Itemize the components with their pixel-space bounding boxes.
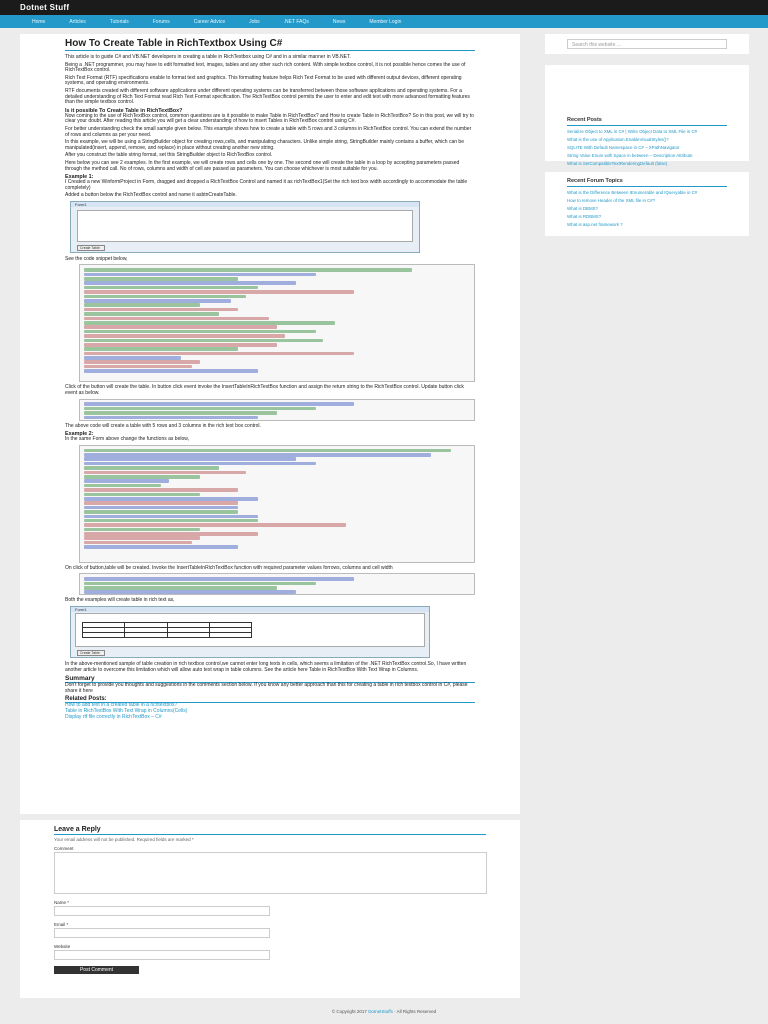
comment-form: Leave a Reply Your email address will no… bbox=[20, 820, 520, 998]
richtextbox-preview bbox=[77, 209, 413, 242]
copyright-suffix: · All Rights Reserved bbox=[392, 1009, 437, 1014]
site-logo[interactable]: Dotnet Stuff bbox=[20, 3, 748, 12]
nav-articles[interactable]: Articles bbox=[57, 19, 97, 25]
comment-label: Comment bbox=[54, 846, 74, 851]
topic-link[interactable]: How to remove Header of the XML file in … bbox=[567, 198, 727, 203]
post-comment-button[interactable]: Post Comment bbox=[54, 966, 139, 974]
comment-note: Your email address will not be published… bbox=[54, 837, 194, 842]
code-snippet-2 bbox=[79, 398, 475, 421]
form-title: Form1 bbox=[71, 607, 429, 613]
website-field[interactable] bbox=[54, 950, 270, 960]
widget-title: Recent Posts bbox=[567, 117, 727, 126]
nav-member-login[interactable]: Member Login bbox=[357, 19, 413, 25]
create-table-button: Create Table bbox=[77, 650, 105, 657]
create-table-button: Create Table bbox=[77, 244, 105, 251]
paragraph: Added a button below the RichTextBox con… bbox=[65, 192, 237, 199]
page-title: How To Create Table in RichTextbox Using… bbox=[65, 38, 475, 51]
paragraph: See the code snippet below, bbox=[65, 255, 128, 262]
top-bar: Dotnet Stuff bbox=[0, 0, 768, 15]
code-snippet-4 bbox=[79, 573, 475, 596]
sidebar: Search this website ... Recent Posts Ser… bbox=[545, 34, 749, 247]
form-screenshot-1: Form1 Create Table bbox=[70, 200, 420, 253]
nav-net-faqs[interactable]: .NET FAQs bbox=[272, 19, 321, 25]
footer-link[interactable]: DotnetStuffs bbox=[368, 1009, 393, 1014]
nav-jobs[interactable]: Jobs bbox=[237, 19, 272, 25]
paragraph: This article is to guide C# and VB.NET d… bbox=[65, 54, 351, 60]
richtextbox-preview bbox=[75, 613, 425, 648]
code-snippet-1 bbox=[79, 264, 475, 383]
recent-post-link[interactable]: What is the use of Application.EnableVis… bbox=[567, 137, 727, 142]
name-field[interactable] bbox=[54, 906, 270, 916]
table-preview bbox=[81, 622, 253, 639]
copyright-text: © Copyright 2017 bbox=[331, 1009, 369, 1014]
recent-posts-widget: Recent Posts Serialize Object to XML in … bbox=[545, 65, 749, 166]
website-label: Website bbox=[54, 944, 71, 949]
paragraph: Now coming to the use of RichTextBox con… bbox=[65, 112, 474, 125]
nav-news[interactable]: News bbox=[321, 19, 358, 25]
widget-title: Recent Forum Topics bbox=[567, 178, 727, 187]
form-title: Form1 bbox=[71, 201, 419, 207]
paragraph: Rich Text Format (RTF) specifications en… bbox=[65, 74, 462, 87]
form-screenshot-2: Form1 Create Table bbox=[70, 606, 430, 659]
email-field[interactable] bbox=[54, 928, 270, 938]
nav-home[interactable]: Home bbox=[20, 19, 57, 25]
paragraph: After you construct the table string for… bbox=[65, 152, 273, 159]
search-input[interactable]: Search this website ... bbox=[567, 39, 727, 49]
paragraph: Here below you can see 2 examples. In th… bbox=[65, 159, 460, 172]
nav-career-advice[interactable]: Career Advice bbox=[182, 19, 237, 25]
topic-link[interactable]: What is asp.net framework ? bbox=[567, 222, 727, 227]
recent-post-link[interactable]: What is SetCompatibleTextRenderingDefaul… bbox=[567, 161, 727, 166]
related-link[interactable]: Display rtf file correctly in RichTextBo… bbox=[65, 714, 475, 721]
name-label: Name * bbox=[54, 900, 70, 905]
code-snippet-3 bbox=[79, 444, 475, 563]
main-nav: Home Articles Tutorials Forums Career Ad… bbox=[0, 15, 768, 28]
recent-post-link[interactable]: SQLITE With Default Namespace in C# – XP… bbox=[567, 145, 727, 150]
paragraph: Don't forget to provide you thoughts and… bbox=[65, 682, 468, 694]
paragraph: RTF documents created with different sof… bbox=[65, 87, 470, 106]
comment-textarea[interactable] bbox=[54, 852, 487, 894]
paragraph: I Created a new WinformProject in Form, … bbox=[65, 179, 468, 191]
paragraph: On click of button,table will be created… bbox=[65, 564, 393, 571]
recent-post-link[interactable]: Serialize Object to XML in C# | Write Ob… bbox=[567, 129, 727, 134]
paragraph: In the same Form above change the functi… bbox=[65, 436, 189, 443]
article-content: How To Create Table in RichTextbox Using… bbox=[20, 34, 520, 814]
paragraph: For better understanding check the small… bbox=[65, 125, 472, 138]
paragraph: Being a .NET programmer, you may have to… bbox=[65, 61, 466, 74]
paragraph: Click of the button will create the tabl… bbox=[65, 384, 464, 397]
paragraph: In the above-mentioned sample of table c… bbox=[65, 661, 467, 673]
paragraph: In this example, we will be using a Stri… bbox=[65, 139, 464, 151]
comment-title: Leave a Reply bbox=[54, 826, 486, 835]
recent-post-link[interactable]: String Value Enum with Space in between … bbox=[567, 153, 727, 158]
search-widget: Search this website ... bbox=[545, 34, 749, 54]
footer: © Copyright 2017 DotnetStuffs · All Righ… bbox=[0, 1006, 768, 1024]
email-label: Email * bbox=[54, 922, 69, 927]
nav-tutorials[interactable]: Tutorials bbox=[98, 19, 141, 25]
topic-link[interactable]: What is the Difference Between IEnumerab… bbox=[567, 190, 727, 195]
topic-link[interactable]: What is DBMS? bbox=[567, 206, 727, 211]
recent-topics-widget: Recent Forum Topics What is the Differen… bbox=[545, 172, 749, 236]
paragraph: The above code will create a table with … bbox=[65, 422, 261, 429]
related-posts: How to add text in a created table in a … bbox=[65, 703, 475, 720]
nav-forums[interactable]: Forums bbox=[141, 19, 182, 25]
topic-link[interactable]: What is RDBMS? bbox=[567, 214, 727, 219]
paragraph: Both the examples will create table in r… bbox=[65, 597, 175, 604]
